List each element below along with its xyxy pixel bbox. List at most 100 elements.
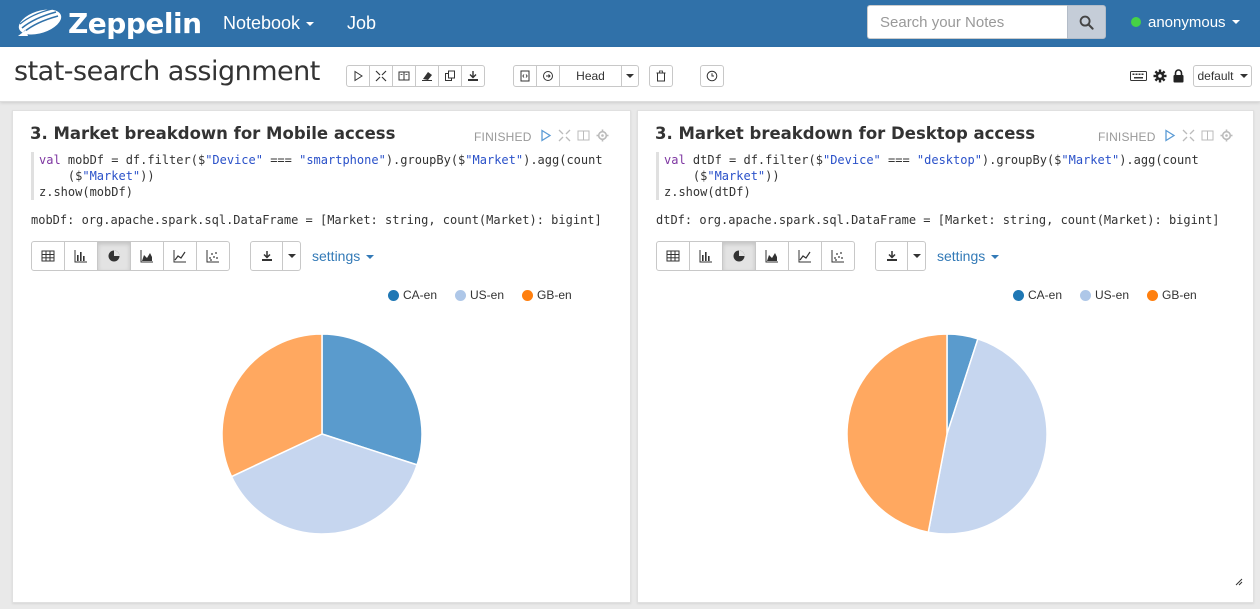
interpreter-binding-dropdown[interactable]: default (1193, 65, 1252, 87)
code-string: "Market" (82, 169, 141, 183)
delete-group (649, 65, 673, 87)
clear-output-button[interactable] (415, 65, 439, 87)
version-control-group: Head (513, 65, 639, 87)
code-editor[interactable]: val mobDf = df.filter($"Device" === "sma… (31, 152, 611, 200)
code-text: === (880, 153, 917, 167)
download-data-button[interactable] (875, 241, 908, 271)
search-button[interactable] (1067, 5, 1106, 39)
download-data-button[interactable] (250, 241, 283, 271)
legend-item[interactable]: CA-en (388, 288, 437, 302)
search-input[interactable] (867, 5, 1067, 39)
result-text: mobDf: org.apache.spark.sql.DataFrame = … (31, 213, 602, 227)
code-text: ($ (664, 169, 708, 183)
play-icon[interactable] (1163, 129, 1176, 142)
keyboard-icon[interactable] (1130, 70, 1147, 82)
bar-chart-button[interactable] (64, 241, 98, 271)
download-icon (468, 71, 478, 81)
table-icon (666, 250, 680, 262)
download-group (875, 241, 926, 271)
scheduler-button[interactable] (700, 65, 724, 87)
code-text: ).agg(count (523, 153, 603, 167)
chart-settings-link[interactable]: settings (937, 248, 1000, 264)
code-text: === (262, 153, 300, 167)
pie-chart-button[interactable] (722, 241, 756, 271)
navbar: Zeppelin Notebook Job anonymous (0, 0, 1260, 47)
code-string: "Market" (1061, 153, 1120, 167)
paragraph-status: FINISHED (1098, 130, 1156, 144)
legend-item[interactable]: US-en (455, 288, 504, 302)
toggle-output-button[interactable] (392, 65, 416, 87)
brand[interactable]: Zeppelin (14, 5, 202, 41)
collapse-arrows-icon[interactable] (1182, 129, 1195, 142)
code-string: "Market" (465, 153, 524, 167)
pie-chart-icon (108, 250, 120, 262)
notebook-title[interactable]: stat-search assignment (14, 56, 320, 87)
revision-select[interactable]: Head (559, 65, 622, 87)
chevron-down-icon (287, 254, 296, 258)
revision-dropdown-button[interactable] (621, 65, 639, 87)
nav-job-link[interactable]: Job (347, 0, 376, 47)
search-box (867, 5, 1106, 39)
line-chart-button[interactable] (788, 241, 822, 271)
play-icon[interactable] (539, 129, 552, 142)
area-chart-button[interactable] (755, 241, 789, 271)
paragraph-title[interactable]: 3. Market breakdown for Desktop access (655, 124, 1035, 143)
scatter-chart-button[interactable] (821, 241, 855, 271)
commit-button[interactable] (513, 65, 537, 87)
code-editor[interactable]: val dtDf = df.filter($"Device" === "desk… (656, 152, 1236, 200)
run-all-button[interactable] (346, 65, 370, 87)
legend-item[interactable]: GB-en (1147, 288, 1197, 302)
resize-handle-icon[interactable] (1235, 578, 1243, 586)
download-format-dropdown[interactable] (282, 241, 301, 271)
pie-chart-button[interactable] (97, 241, 131, 271)
book-icon[interactable] (1201, 129, 1214, 142)
export-notebook-button[interactable] (461, 65, 485, 87)
table-view-button[interactable] (656, 241, 690, 271)
table-view-button[interactable] (31, 241, 65, 271)
gear-icon[interactable] (1153, 69, 1167, 83)
download-format-dropdown[interactable] (907, 241, 926, 271)
user-menu[interactable]: anonymous (1131, 0, 1240, 44)
line-chart-icon (798, 250, 811, 263)
paragraph-desktop: 3. Market breakdown for Desktop access F… (637, 110, 1254, 603)
legend-item[interactable]: GB-en (522, 288, 572, 302)
bar-chart-button[interactable] (689, 241, 723, 271)
chart-settings-link[interactable]: settings (312, 248, 375, 264)
pie-slice-gb-en[interactable] (846, 333, 948, 534)
legend-dot-icon (388, 289, 399, 301)
download-group (250, 241, 301, 271)
book-icon[interactable] (577, 129, 590, 142)
scatter-chart-button[interactable] (196, 241, 230, 271)
circle-arrow-icon (543, 71, 553, 81)
download-icon (886, 251, 897, 261)
clone-notebook-button[interactable] (438, 65, 462, 87)
gear-icon[interactable] (596, 129, 609, 142)
result-text: dtDf: org.apache.spark.sql.DataFrame = [… (656, 213, 1220, 227)
nav-notebook-label: Notebook (223, 13, 301, 33)
legend-item[interactable]: US-en (1080, 288, 1129, 302)
nav-job-label: Job (347, 13, 377, 33)
toggle-editor-button[interactable] (369, 65, 393, 87)
legend-item[interactable]: CA-en (1013, 288, 1062, 302)
collapse-arrows-icon[interactable] (558, 129, 571, 142)
line-chart-button[interactable] (163, 241, 197, 271)
area-chart-button[interactable] (130, 241, 164, 271)
trash-icon (656, 70, 666, 82)
legend-label: US-en (1095, 288, 1130, 302)
paragraph-title[interactable]: 3. Market breakdown for Mobile access (30, 124, 395, 143)
nav-notebook-menu[interactable]: Notebook (223, 0, 315, 47)
download-icon (261, 251, 272, 261)
visualization-switcher (656, 241, 855, 271)
legend-label: CA-en (1028, 288, 1063, 302)
play-icon (354, 70, 363, 82)
area-chart-icon (140, 250, 153, 263)
zeppelin-logo-icon (18, 8, 62, 36)
remove-notebook-button[interactable] (649, 65, 673, 87)
gear-icon[interactable] (1220, 129, 1233, 142)
code-text: )) (140, 169, 155, 183)
chevron-down-icon (1239, 74, 1248, 78)
pie-chart-icon (733, 250, 745, 262)
lock-icon[interactable] (1173, 69, 1184, 83)
scatter-chart-icon (831, 250, 844, 263)
revision-compare-button[interactable] (536, 65, 560, 87)
